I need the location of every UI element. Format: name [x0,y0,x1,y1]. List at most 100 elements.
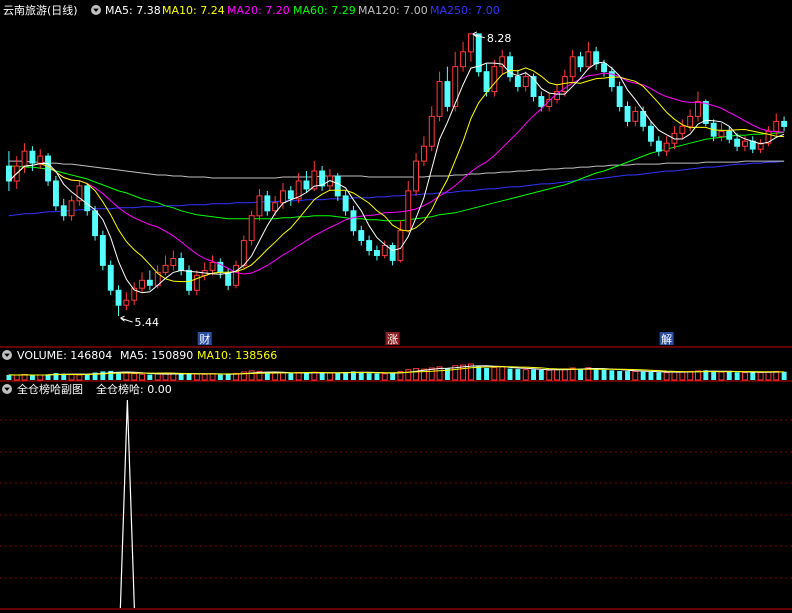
volume-bar-93 [734,372,740,380]
candle-5 [45,153,51,186]
candle-18 [146,270,153,291]
volume-bar-16 [131,373,138,381]
candle-64 [507,51,514,82]
volume-bar-68 [538,370,544,380]
volume-bar-83 [656,372,662,380]
volume-bar-81 [640,371,646,380]
candle-78 [616,81,623,112]
candle-95 [749,136,756,154]
candle-body-2 [21,150,28,167]
candle-26 [209,255,216,276]
candle-body-56 [444,81,451,107]
dropdown-icon[interactable] [91,5,101,15]
volume-bar-38 [304,373,309,380]
volume-bar-63 [499,366,506,381]
volume-bar-86 [679,371,686,381]
marker-cai[interactable]: 财 [197,332,212,346]
candle-61 [483,63,490,97]
candle-body-14 [115,289,122,306]
volume-bar-62 [491,366,498,381]
volume-bar-87 [687,370,694,381]
indicator-ma20: MA20: 7.20 [227,4,290,17]
volume-bar-52 [413,368,420,381]
volume-bar-35 [280,372,286,381]
candle-49 [389,242,396,266]
candle-body-80 [632,110,639,122]
sub-value: 全仓榜哈: 0.00 [96,382,172,396]
volume-bar-3 [30,375,35,380]
indicator-ma120: MA120: 7.00 [358,4,428,17]
volume-dropdown-icon[interactable] [2,350,12,360]
candle-23 [186,265,193,296]
candle-33 [264,190,271,216]
volume-bar-1 [13,374,20,381]
ma250-line [8,160,785,217]
candle-body-58 [460,51,467,68]
candle-73 [577,51,584,72]
candle-body-52 [413,160,420,192]
marker-jie[interactable]: 解 [659,332,674,346]
candle-74 [585,41,592,70]
candle-body-86 [679,125,686,134]
candle-body-15 [123,299,130,306]
volume-bar-12 [100,371,106,380]
candle-body-6 [53,180,59,207]
candle-body-8 [68,200,75,217]
indicator-ma10: MA10: 7.24 [162,4,225,17]
marker-zhang[interactable]: 涨 [385,332,400,346]
candle-body-94 [742,140,748,147]
candle-body-74 [585,51,592,68]
volume-bar-85 [671,371,678,381]
candle-body-33 [264,195,271,212]
candle-body-28 [225,271,232,286]
candle-body-73 [577,56,584,68]
candle-52 [413,153,420,196]
candle-72 [569,49,576,82]
volume-bar-26 [209,373,216,381]
candle-99 [781,116,788,132]
candle-body-92 [726,130,733,140]
volume-bar-9 [76,374,83,381]
candle-body-83 [655,140,662,152]
candle-22 [178,252,185,276]
volume-bar-45 [358,372,364,380]
candle-body-48 [381,245,388,256]
candle-17 [139,272,146,293]
volume-bar-41 [327,372,333,381]
candle-88 [695,91,701,122]
candle-36 [287,185,294,206]
volume-bar-98 [773,370,780,381]
candle-body-22 [178,258,185,271]
candle-38 [303,171,310,193]
sub-dropdown-icon[interactable] [2,384,12,394]
candle-body-46 [366,240,373,252]
ma120-line [8,160,785,179]
volume-bar-37 [295,372,302,381]
volume-bar-80 [632,370,639,381]
candle-43 [342,190,349,216]
volume-bar-27 [217,374,223,380]
candle-13 [107,260,114,296]
low-label: 5.44 [135,316,160,329]
candle-body-72 [569,56,576,78]
volume-plot [6,363,787,381]
indicator-ma250: MA250: 7.00 [430,4,500,17]
candle-40 [319,166,326,191]
candle-body-12 [99,235,106,266]
volume-bar-99 [781,371,787,380]
ma20-line [8,72,785,275]
candle-body-66 [522,76,529,87]
candle-44 [350,205,357,236]
candle-body-18 [146,279,153,286]
candle-body-44 [350,210,357,232]
volume-bar-90 [711,371,717,380]
volume-bar-8 [68,374,75,381]
candle-body-49 [389,245,396,261]
candle-body-67 [530,76,537,97]
candle-80 [632,106,639,127]
candle-10 [84,182,91,216]
candle-56 [444,66,451,112]
volume-bar-42 [335,372,341,380]
candle-54 [428,106,435,152]
candle-84 [663,136,670,157]
